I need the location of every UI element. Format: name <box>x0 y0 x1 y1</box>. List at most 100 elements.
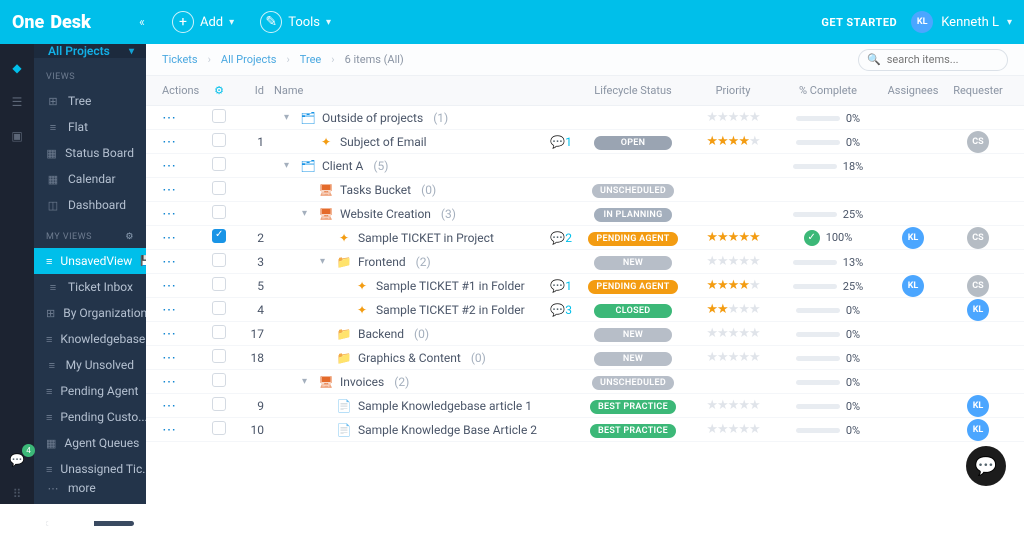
col-priority[interactable]: Priority <box>688 84 778 97</box>
tickets-icon[interactable]: ◆ <box>7 58 27 78</box>
collapse-sidebar-button[interactable]: « <box>130 10 154 34</box>
expand-toggle[interactable]: ▾ <box>284 112 294 123</box>
row-checkbox[interactable] <box>212 109 226 123</box>
lifecycle-badge[interactable]: NEW <box>594 352 672 366</box>
priority-stars[interactable]: ★★★★★ <box>706 422 759 437</box>
item-name[interactable]: Sample Knowledgebase article 1 <box>358 399 532 413</box>
projects-icon[interactable]: ▣ <box>7 126 27 146</box>
row-checkbox[interactable] <box>212 229 226 243</box>
col-complete[interactable]: % Complete <box>778 84 878 97</box>
avatar[interactable]: CS <box>967 131 989 153</box>
row-checkbox[interactable] <box>212 133 226 147</box>
row-checkbox[interactable] <box>212 181 226 195</box>
row-checkbox[interactable] <box>212 397 226 411</box>
table-row[interactable]: ⋯ 3 ▾ 📁 Frontend (2) NEW ★★★★★ ✓13% <box>146 250 1024 274</box>
col-lifecycle[interactable]: Lifecycle Status <box>578 84 688 97</box>
priority-stars[interactable]: ★★★★★ <box>706 278 759 293</box>
conversations-badge[interactable]: 💬2 <box>550 231 572 245</box>
col-id[interactable]: Id <box>234 84 274 97</box>
row-checkbox[interactable] <box>212 421 226 435</box>
conversations-badge[interactable]: 💬3 <box>550 303 572 317</box>
row-actions-button[interactable]: ⋯ <box>162 158 177 174</box>
table-row[interactable]: ⋯ ▾ 🗂 Outside of projects (1) ★★★★★ ✓0% <box>146 106 1024 130</box>
conversations-badge[interactable]: 💬1 <box>550 135 572 149</box>
user-avatar[interactable]: KL <box>911 11 933 33</box>
sidebar-item-knowledgebase[interactable]: ≡Knowledgebase <box>34 326 146 352</box>
sidebar-item-unassigned-tic-[interactable]: ≡Unassigned Tic... <box>34 456 146 482</box>
row-actions-button[interactable]: ⋯ <box>162 398 177 414</box>
sidebar-item-tree[interactable]: ⊞Tree <box>34 88 146 114</box>
table-row[interactable]: ⋯ 4 ✦ Sample TICKET #2 in Folder 💬3 CLOS… <box>146 298 1024 322</box>
row-actions-button[interactable]: ⋯ <box>162 374 177 390</box>
expand-toggle[interactable]: ▾ <box>302 208 312 219</box>
messenger-icon[interactable]: 💬 <box>7 450 27 470</box>
more-views[interactable]: ⋯ more <box>34 482 146 494</box>
tasks-icon[interactable]: ☰ <box>7 92 27 112</box>
chat-fab[interactable]: 💬 <box>966 446 1006 486</box>
sidebar-item-my-unsolved[interactable]: ≡My Unsolved <box>34 352 146 378</box>
item-name[interactable]: Website Creation <box>340 207 431 221</box>
row-actions-button[interactable]: ⋯ <box>162 230 177 246</box>
avatar[interactable]: KL <box>967 395 989 417</box>
avatar[interactable]: CS <box>967 227 989 249</box>
table-row[interactable]: ⋯ 9 📄 Sample Knowledgebase article 1 BES… <box>146 394 1024 418</box>
table-row[interactable]: ⋯ 🖥 Tasks Bucket (0) UNSCHEDULED <box>146 178 1024 202</box>
item-name[interactable]: Sample TICKET #1 in Folder <box>376 279 525 293</box>
breadcrumb[interactable]: All Projects <box>221 53 277 66</box>
table-row[interactable]: ⋯ 2 ✦ Sample TICKET in Project 💬2 PENDIN… <box>146 226 1024 250</box>
lifecycle-badge[interactable]: PENDING AGENT <box>588 232 677 246</box>
priority-stars[interactable]: ★★★★★ <box>706 398 759 413</box>
table-row[interactable]: ⋯ 17 📁 Backend (0) NEW ★★★★★ ✓0% <box>146 322 1024 346</box>
lifecycle-badge[interactable]: OPEN <box>594 136 672 150</box>
priority-stars[interactable]: ★★★★★ <box>706 302 759 317</box>
row-actions-button[interactable]: ⋯ <box>162 110 177 126</box>
avatar[interactable]: KL <box>902 227 924 249</box>
lifecycle-badge[interactable]: BEST PRACTICE <box>590 424 676 438</box>
sidebar-item-unsavedview[interactable]: ≡UnsavedView💾 <box>34 248 146 274</box>
lifecycle-badge[interactable]: IN PLANNING <box>594 208 672 222</box>
avatar[interactable]: KL <box>967 419 989 441</box>
item-name[interactable]: Sample Knowledge Base Article 2 <box>358 423 537 437</box>
row-actions-button[interactable]: ⋯ <box>162 254 177 270</box>
item-name[interactable]: Subject of Email <box>340 135 427 149</box>
table-row[interactable]: ⋯ 10 📄 Sample Knowledge Base Article 2 B… <box>146 418 1024 442</box>
filter-icon[interactable]: ⚙ <box>125 232 134 242</box>
row-actions-button[interactable]: ⋯ <box>162 134 177 150</box>
table-row[interactable]: ⋯ ▾ 🖥 Invoices (2) UNSCHEDULED ✓0% <box>146 370 1024 394</box>
lifecycle-badge[interactable]: BEST PRACTICE <box>590 400 676 414</box>
row-checkbox[interactable] <box>212 349 226 363</box>
sidebar-item-pending-custo-[interactable]: ≡Pending Custo... <box>34 404 146 430</box>
apps-icon[interactable]: ⠿ <box>7 484 27 504</box>
avatar[interactable]: KL <box>902 275 924 297</box>
item-name[interactable]: Tasks Bucket <box>340 183 411 197</box>
row-actions-button[interactable]: ⋯ <box>162 206 177 222</box>
row-actions-button[interactable]: ⋯ <box>162 182 177 198</box>
user-name[interactable]: Kenneth L <box>941 15 999 30</box>
table-row[interactable]: ⋯ ▾ 🗂 Client A (5) ✓18% <box>146 154 1024 178</box>
item-name[interactable]: Graphics & Content <box>358 351 461 365</box>
row-checkbox[interactable] <box>212 253 226 267</box>
item-name[interactable]: Sample TICKET #2 in Folder <box>376 303 525 317</box>
sidebar-item-pending-agent[interactable]: ≡Pending Agent <box>34 378 146 404</box>
row-actions-button[interactable]: ⋯ <box>162 350 177 366</box>
table-row[interactable]: ⋯ 18 📁 Graphics & Content (0) NEW ★★★★★ … <box>146 346 1024 370</box>
table-row[interactable]: ⋯ 1 ✦ Subject of Email 💬1 OPEN ★★★★★ ✓0%… <box>146 130 1024 154</box>
row-checkbox[interactable] <box>212 277 226 291</box>
sidebar-item-ticket-inbox[interactable]: ≡Ticket Inbox <box>34 274 146 300</box>
lifecycle-badge[interactable]: PENDING AGENT <box>588 280 677 294</box>
expand-toggle[interactable]: ▾ <box>302 376 312 387</box>
breadcrumb[interactable]: Tickets <box>162 53 198 66</box>
gear-icon[interactable]: ⚙ <box>204 84 234 97</box>
table-row[interactable]: ⋯ ▾ 🖥 Website Creation (3) IN PLANNING ✓… <box>146 202 1024 226</box>
project-selector[interactable]: All Projects ▾ <box>34 44 146 58</box>
row-actions-button[interactable]: ⋯ <box>162 422 177 438</box>
priority-stars[interactable]: ★★★★★ <box>706 110 759 125</box>
lifecycle-badge[interactable]: UNSCHEDULED <box>592 376 674 390</box>
sidebar-item-calendar[interactable]: ▦Calendar <box>34 166 146 192</box>
row-checkbox[interactable] <box>212 373 226 387</box>
lifecycle-badge[interactable]: CLOSED <box>594 304 672 318</box>
lifecycle-badge[interactable]: NEW <box>594 328 672 342</box>
row-actions-button[interactable]: ⋯ <box>162 278 177 294</box>
item-name[interactable]: Outside of projects <box>322 111 423 125</box>
row-checkbox[interactable] <box>212 301 226 315</box>
